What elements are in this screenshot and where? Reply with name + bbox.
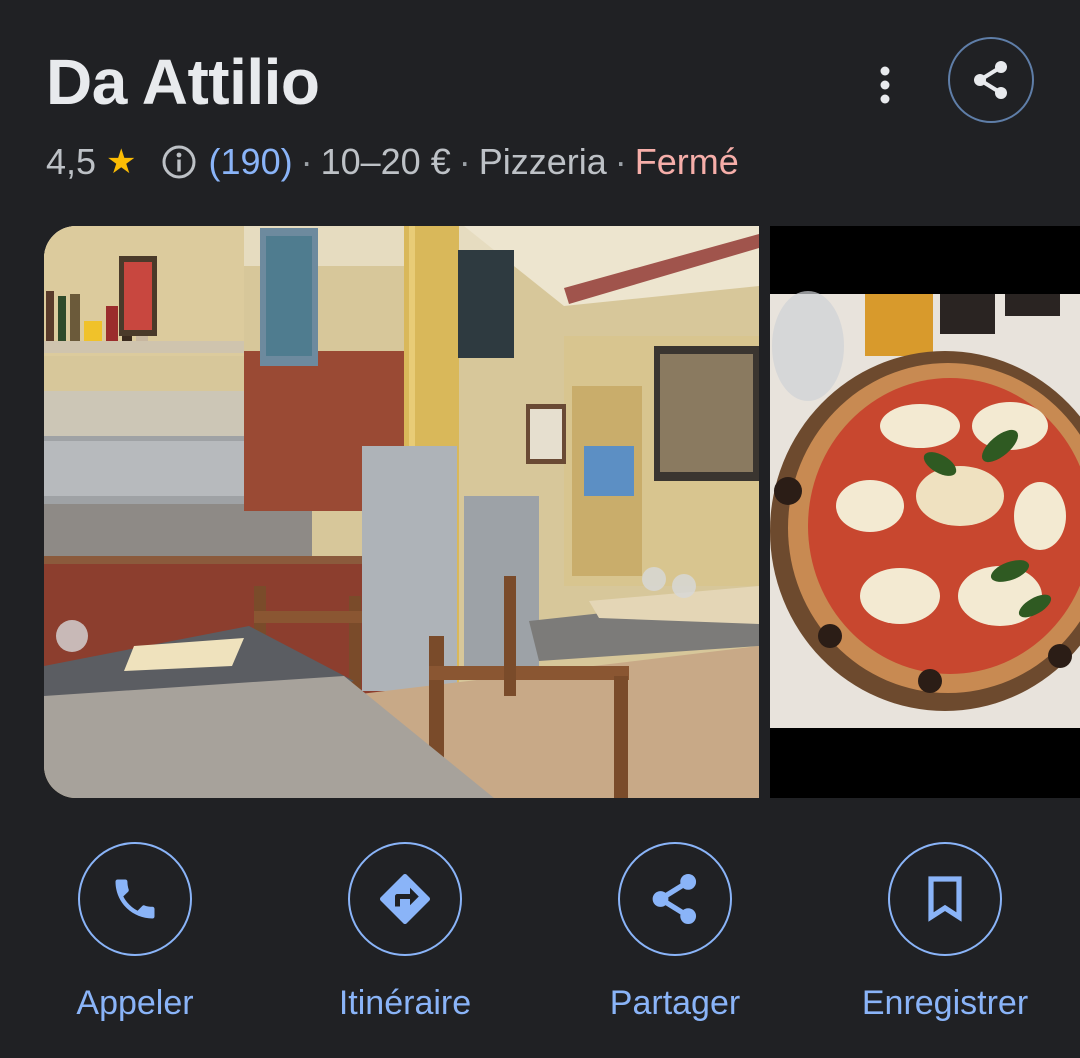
directions-button-circle[interactable] xyxy=(348,842,462,956)
reviews-count-link[interactable]: (190) xyxy=(209,141,293,183)
share-button-circle[interactable] xyxy=(618,842,732,956)
directions-button[interactable]: Itinéraire xyxy=(270,842,540,1023)
photo-interior[interactable] xyxy=(44,226,759,798)
photo-pizza[interactable] xyxy=(770,226,1080,798)
share-label: Partager xyxy=(609,984,741,1022)
call-button[interactable]: Appeler xyxy=(0,842,270,1023)
separator: · xyxy=(300,141,313,182)
save-button[interactable]: Enregistrer xyxy=(810,842,1080,1023)
rating-value: 4,5 xyxy=(46,141,97,182)
bookmark-icon xyxy=(928,876,962,922)
directions-icon xyxy=(380,874,430,924)
separator: · xyxy=(458,141,471,182)
share-icon xyxy=(974,61,1007,99)
info-icon[interactable] xyxy=(161,144,197,180)
place-meta: 4,5 ★ (190) · 10–20 € · Pizzeria · Fermé xyxy=(46,140,739,184)
directions-label: Itinéraire xyxy=(338,984,472,1022)
call-button-circle[interactable] xyxy=(78,842,192,956)
price-range: 10–20 € xyxy=(320,141,451,182)
share-button[interactable]: Partager xyxy=(540,842,810,1023)
call-label: Appeler xyxy=(76,984,194,1022)
action-bar: Appeler Itinéraire Partager Enregistrer xyxy=(0,842,1080,1022)
place-title: Da Attilio xyxy=(46,46,320,118)
star-icon: ★ xyxy=(106,143,137,181)
interior-image xyxy=(44,226,759,798)
save-label: Enregistrer xyxy=(861,984,1029,1022)
share-top-button[interactable] xyxy=(948,37,1034,123)
pizza-image xyxy=(770,226,1080,798)
more-vert-icon xyxy=(880,66,890,104)
save-button-circle[interactable] xyxy=(888,842,1002,956)
phone-icon xyxy=(115,879,155,919)
more-options-button[interactable] xyxy=(860,60,910,110)
category: Pizzeria xyxy=(478,141,607,182)
open-status: Fermé xyxy=(634,141,739,182)
place-sheet: Da Attilio 4,5 ★ (190) · 10–20 € · Pizze… xyxy=(0,0,1080,1058)
separator: · xyxy=(614,141,627,182)
share-icon xyxy=(652,874,697,924)
